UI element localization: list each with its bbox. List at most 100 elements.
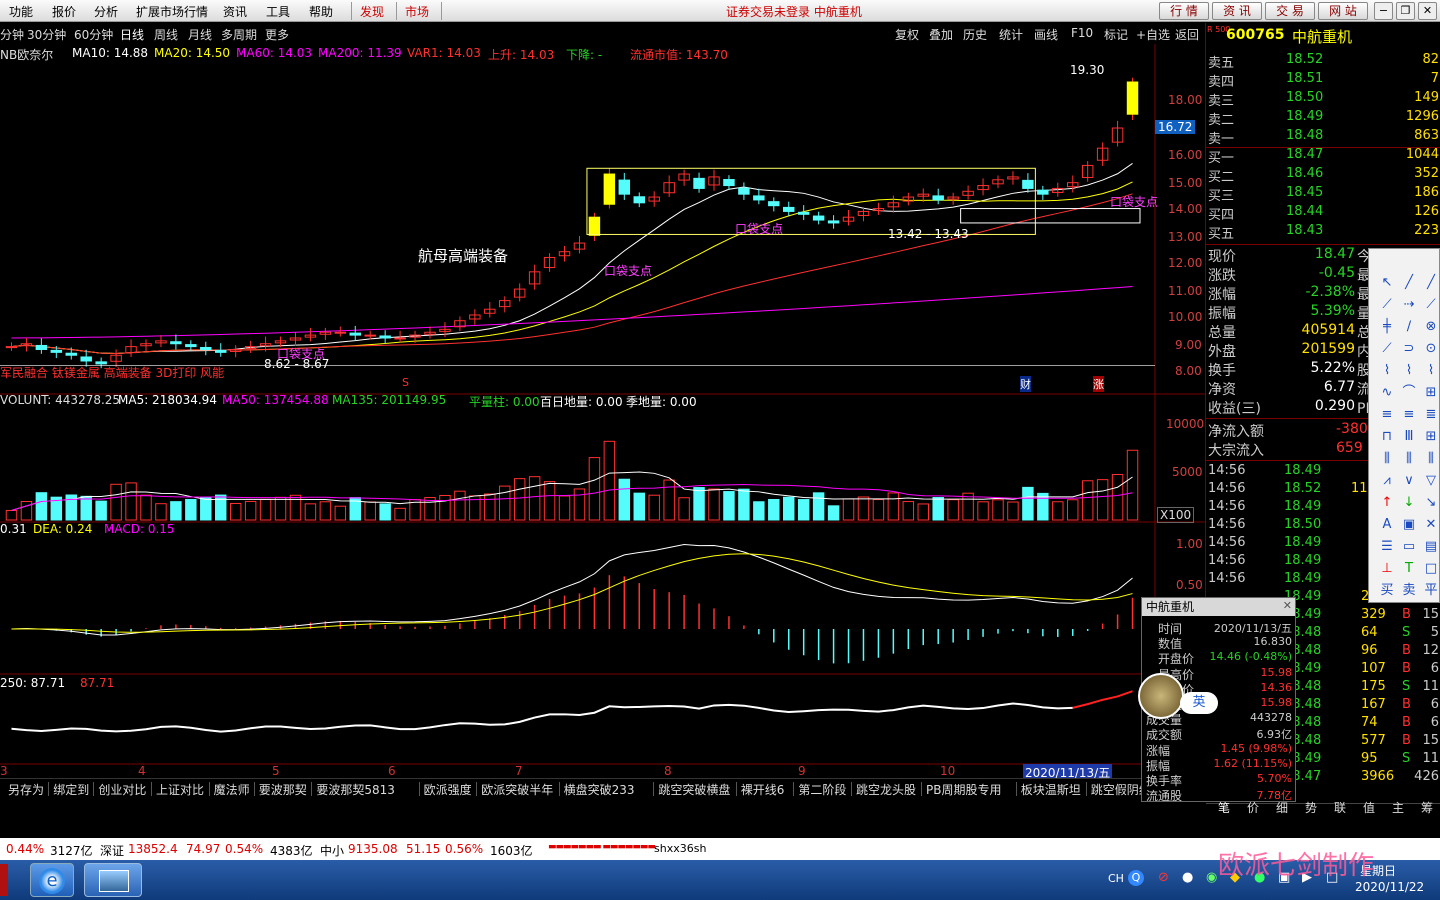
toolbar-stats[interactable]: 统计	[999, 26, 1023, 43]
draw-tool-icon[interactable]: ⫼	[1421, 449, 1440, 469]
draw-tool-icon[interactable]: ⟋	[1377, 295, 1397, 315]
draw-tool-icon[interactable]: 卖	[1399, 581, 1419, 601]
bid-row[interactable]: 买五 18.43 223	[1206, 223, 1440, 242]
close-icon[interactable]: ✕	[1418, 2, 1437, 20]
draw-tool-icon[interactable]: ≡	[1377, 405, 1397, 425]
period-30min[interactable]: 30分钟	[27, 26, 66, 43]
draw-tool-icon[interactable]: ⫼	[1377, 449, 1397, 469]
menu-item-tools[interactable]: 工具	[266, 3, 290, 20]
draw-tool-icon[interactable]: ⩘	[1377, 471, 1397, 491]
period-monthly[interactable]: 月线	[188, 26, 212, 43]
tray-qq-icon[interactable]: ●	[1182, 870, 1193, 885]
draw-tool-icon[interactable]: ∨	[1399, 471, 1419, 491]
bid-row[interactable]: 买一 18.47 1044	[1206, 147, 1440, 166]
draw-tool-icon[interactable]: ⫼	[1399, 449, 1419, 469]
ie-taskbar-button[interactable]: e	[30, 863, 74, 897]
menu-item-quote[interactable]: 报价	[52, 3, 76, 20]
draw-tool-icon[interactable]: ⌇	[1399, 361, 1419, 381]
formula-tab[interactable]: PB周期股专用	[926, 781, 1001, 798]
draw-tool-icon[interactable]: ⊓	[1377, 427, 1397, 447]
formula-tab[interactable]: 横盘突破233	[564, 781, 635, 798]
draw-tool-icon[interactable]: Ⅲ	[1399, 427, 1419, 447]
draw-tool-icon[interactable]: ≡	[1399, 405, 1419, 425]
trade-button[interactable]: 交 易	[1265, 2, 1315, 20]
draw-tool-icon[interactable]: □	[1421, 559, 1440, 579]
restore-icon[interactable]: ❐	[1396, 2, 1415, 20]
draw-tool-icon[interactable]: ⇢	[1399, 295, 1419, 315]
formula-tab[interactable]: 欧派强度	[424, 781, 472, 798]
ime-badge[interactable]: 英	[1180, 692, 1218, 714]
menu-item-news[interactable]: 资讯	[223, 3, 247, 20]
draw-tool-icon[interactable]: ⟋	[1377, 339, 1397, 359]
draw-tool-icon[interactable]: ╪	[1377, 317, 1397, 337]
ask-row[interactable]: 卖一 18.48 863	[1206, 128, 1440, 147]
toolbar-draw[interactable]: 画线	[1034, 26, 1058, 43]
quote-tab[interactable]: 势	[1297, 799, 1325, 816]
draw-tool-icon[interactable]: ↑	[1377, 493, 1397, 513]
draw-tool-icon[interactable]: ⊗	[1421, 317, 1440, 337]
formula-tab[interactable]: 要波那契5813	[316, 781, 395, 798]
popup-close-icon[interactable]: ✕	[1283, 599, 1292, 612]
app-taskbar-button[interactable]	[84, 863, 142, 897]
formula-tab[interactable]: 欧派突破半年	[481, 781, 553, 798]
draw-tool-icon[interactable]: ⟋	[1421, 295, 1440, 315]
minimize-icon[interactable]: −	[1374, 2, 1393, 20]
period-1min[interactable]: 分钟	[0, 26, 24, 43]
draw-tool-icon[interactable]: ✕	[1421, 515, 1440, 535]
kline-chart[interactable]	[0, 44, 1205, 778]
draw-tool-icon[interactable]: 平	[1421, 581, 1440, 601]
quote-tab[interactable]: 联	[1326, 799, 1354, 816]
formula-tab[interactable]: 裸开线6	[741, 781, 785, 798]
draw-tool-icon[interactable]: ╱	[1421, 273, 1440, 293]
period-daily[interactable]: 日线	[120, 26, 144, 43]
draw-tool-icon[interactable]: ⊥	[1377, 559, 1397, 579]
ask-row[interactable]: 卖五 18.52 82	[1206, 52, 1440, 71]
bid-row[interactable]: 买三 18.45 186	[1206, 185, 1440, 204]
draw-tool-icon[interactable]: ⊞	[1421, 383, 1440, 403]
formula-tab[interactable]: 跳空龙头股	[856, 781, 916, 798]
avatar[interactable]	[1138, 673, 1184, 719]
news-button[interactable]: 资 讯	[1212, 2, 1262, 20]
formula-tab[interactable]: 要波那契	[259, 781, 307, 798]
draw-tool-icon[interactable]: T	[1399, 559, 1419, 579]
zx-name[interactable]: 中小	[320, 842, 344, 859]
menu-item-analysis[interactable]: 分析	[94, 3, 118, 20]
draw-tool-icon[interactable]: 买	[1377, 581, 1397, 601]
draw-tool-icon[interactable]: ↖	[1377, 273, 1397, 293]
period-60min[interactable]: 60分钟	[74, 26, 113, 43]
draw-tool-icon[interactable]: A	[1377, 515, 1397, 535]
formula-tab[interactable]: 魔法师	[214, 781, 250, 798]
sz-name[interactable]: 深证	[100, 842, 124, 859]
formula-tab[interactable]: 跳空突破横盘	[658, 781, 730, 798]
formula-tab[interactable]: 上证对比	[156, 781, 204, 798]
tray-mute-icon[interactable]: ⊘	[1158, 870, 1169, 885]
formula-tab[interactable]: 第二阶段	[798, 781, 846, 798]
toolbar-add-watch[interactable]: +自选	[1136, 26, 1170, 43]
draw-tool-icon[interactable]: ↓	[1399, 493, 1419, 513]
draw-tool-icon[interactable]: ≣	[1421, 405, 1440, 425]
quote-tab[interactable]: 主	[1384, 799, 1412, 816]
menu-item-market[interactable]: 市场	[405, 3, 429, 20]
formula-tab[interactable]: 另存为	[8, 781, 44, 798]
toolbar-back[interactable]: 返回	[1175, 26, 1199, 43]
quote-tab[interactable]: 值	[1355, 799, 1383, 816]
draw-tool-icon[interactable]: ☰	[1377, 537, 1397, 557]
ask-row[interactable]: 卖四 18.51 7	[1206, 71, 1440, 90]
draw-tool-icon[interactable]: ⌇	[1421, 361, 1440, 381]
draw-tool-icon[interactable]: ▭	[1399, 537, 1419, 557]
search-tray-icon[interactable]: Q	[1128, 870, 1144, 886]
draw-tool-icon[interactable]: ⊃	[1399, 339, 1419, 359]
ask-row[interactable]: 卖二 18.49 1296	[1206, 109, 1440, 128]
draw-tool-icon[interactable]: ⌇	[1377, 361, 1397, 381]
menu-item-discover[interactable]: 发现	[360, 3, 384, 20]
toolbar-adjust[interactable]: 复权	[895, 26, 919, 43]
bid-row[interactable]: 买二 18.46 352	[1206, 166, 1440, 185]
menu-item-help[interactable]: 帮助	[309, 3, 333, 20]
draw-tool-icon[interactable]: ∕	[1399, 317, 1419, 337]
formula-tab[interactable]: 创业对比	[98, 781, 146, 798]
toolbar-overlay[interactable]: 叠加	[929, 26, 953, 43]
draw-tool-icon[interactable]: ⌒	[1399, 383, 1419, 403]
website-button[interactable]: 网 站	[1318, 2, 1368, 20]
period-multi[interactable]: 多周期	[221, 26, 257, 43]
draw-tool-icon[interactable]: ⊙	[1421, 339, 1440, 359]
